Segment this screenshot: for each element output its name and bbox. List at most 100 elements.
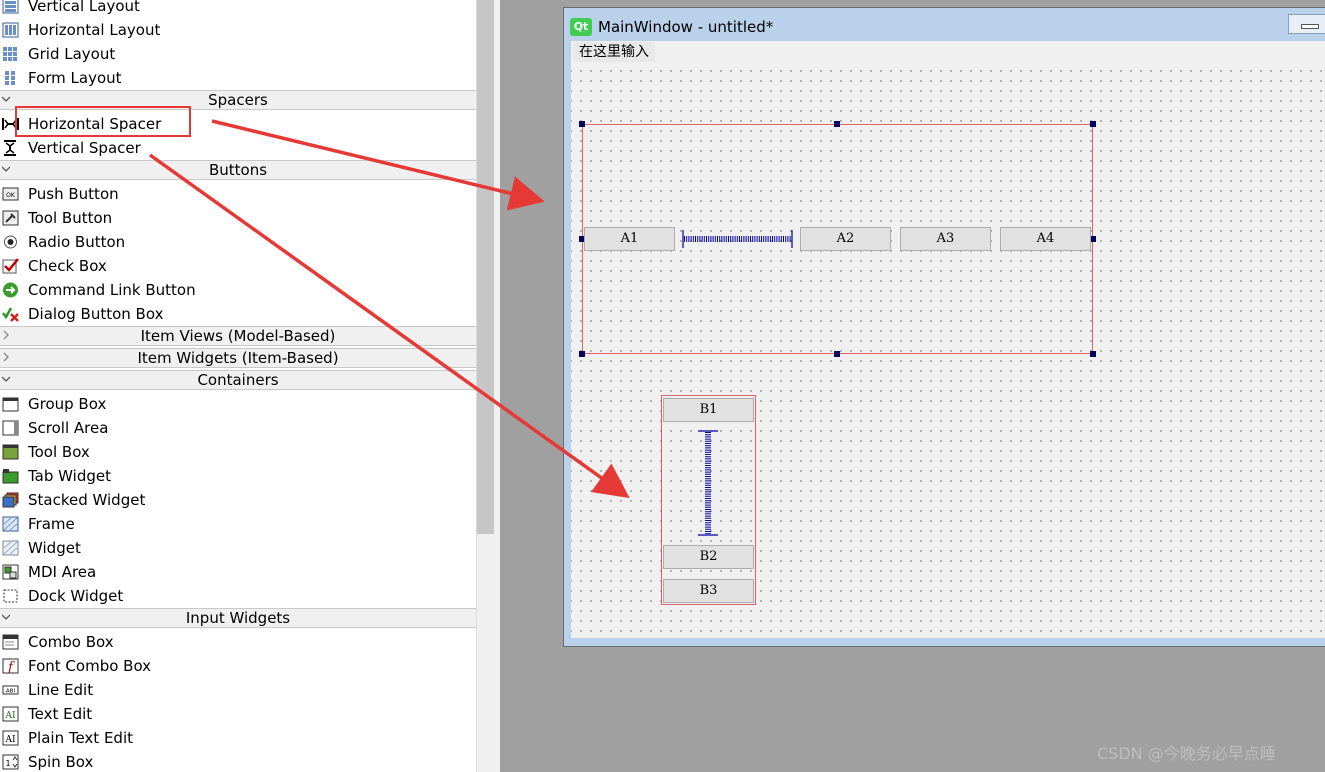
widget-tool-button[interactable]: Tool Button — [0, 206, 476, 230]
form-button-a4[interactable]: A4 — [1000, 227, 1091, 251]
widget-widget[interactable]: Widget — [0, 536, 476, 560]
resize-handle[interactable] — [834, 121, 840, 127]
widget-label: Horizontal Layout — [28, 21, 161, 39]
menu-type-here[interactable]: 在这里输入 — [573, 42, 655, 62]
form-button-a2[interactable]: A2 — [800, 227, 891, 251]
form-button-a3[interactable]: A3 — [900, 227, 991, 251]
widget-vertical-spacer[interactable]: Vertical Spacer — [0, 136, 476, 160]
form-button-a1[interactable]: A1 — [584, 227, 675, 251]
widget-label: Tab Widget — [28, 467, 111, 485]
watermark: CSDN @今晚务必早点睡 — [1097, 744, 1276, 763]
horizontal-spacer-widget[interactable] — [682, 229, 794, 249]
form-button-b2[interactable]: B2 — [663, 545, 754, 569]
category-item-widgets[interactable]: Item Widgets (Item-Based) — [0, 348, 476, 368]
push-button-icon: OK — [2, 187, 19, 201]
tab-widget-icon — [2, 469, 19, 484]
scroll-area-icon — [2, 420, 19, 436]
scrollbar-thumb[interactable] — [477, 0, 494, 534]
widget-horizontal-layout[interactable]: Horizontal Layout — [0, 18, 476, 42]
radio-button-icon — [4, 235, 17, 249]
widget-label: Vertical Spacer — [28, 139, 141, 157]
widget-icon — [2, 540, 19, 556]
widget-label: Frame — [28, 515, 75, 533]
widget-line-edit[interactable]: ABI Line Edit — [0, 678, 476, 702]
svg-text:AI: AI — [4, 711, 15, 721]
widget-label: Font Combo Box — [28, 657, 152, 675]
vertical-spacer-icon — [4, 140, 16, 156]
widget-text-edit[interactable]: AI Text Edit — [0, 702, 476, 726]
font-combo-box-icon: f — [2, 658, 19, 674]
form-button-b3[interactable]: B3 — [663, 579, 754, 603]
widget-form-layout[interactable]: Form Layout — [0, 66, 476, 90]
resize-handle[interactable] — [579, 351, 585, 357]
tool-button-icon — [2, 210, 19, 226]
check-box-icon — [2, 258, 19, 274]
widget-push-button[interactable]: OK Push Button — [0, 182, 476, 206]
annotation-highlight-box — [15, 106, 191, 137]
widget-label: Line Edit — [28, 681, 94, 699]
widget-label: Combo Box — [28, 633, 114, 651]
resize-handle[interactable] — [1090, 121, 1096, 127]
widget-mdi-area[interactable]: MDI Area — [0, 560, 476, 584]
vertical-spacer-widget[interactable] — [697, 429, 719, 537]
widget-scroll-area[interactable]: Scroll Area — [0, 416, 476, 440]
dock-widget-icon — [3, 589, 18, 603]
widget-stacked-widget[interactable]: Stacked Widget — [0, 488, 476, 512]
widget-radio-button[interactable]: Radio Button — [0, 230, 476, 254]
widget-label: Spin Box — [28, 753, 94, 771]
resize-handle[interactable] — [834, 351, 840, 357]
stacked-widget-icon — [2, 492, 19, 508]
window-title: MainWindow - untitled* — [598, 18, 774, 36]
widget-label: Tool Box — [28, 443, 90, 461]
menu-bar — [571, 41, 1325, 63]
widget-label: Grid Layout — [28, 45, 116, 63]
svg-text:ABI: ABI — [6, 689, 16, 695]
widget-group-box[interactable]: Group Box — [0, 392, 476, 416]
widget-font-combo-box[interactable]: f Font Combo Box — [0, 654, 476, 678]
widget-label: Text Edit — [28, 705, 93, 723]
category-containers[interactable]: Containers — [0, 370, 476, 390]
vertical-layout-icon — [2, 0, 19, 14]
svg-text:1: 1 — [5, 759, 10, 768]
widget-command-link-button[interactable]: Command Link Button — [0, 278, 476, 302]
widget-label: Check Box — [28, 257, 107, 275]
widget-dialog-button-box[interactable]: Dialog Button Box — [0, 302, 476, 326]
horizontal-layout-icon — [2, 22, 19, 38]
category-item-views[interactable]: Item Views (Model-Based) — [0, 326, 476, 346]
resize-handle[interactable] — [579, 121, 585, 127]
widget-label: Widget — [28, 539, 81, 557]
widget-combo-box[interactable]: Combo Box — [0, 630, 476, 654]
widget-vertical-layout[interactable]: Vertical Layout — [0, 0, 476, 18]
widget-spin-box[interactable]: 1 Spin Box — [0, 750, 476, 772]
form-button-b1[interactable]: B1 — [663, 398, 754, 422]
plain-text-edit-icon: AI — [2, 730, 19, 746]
category-buttons[interactable]: Buttons — [0, 160, 476, 180]
category-label: Item Widgets (Item-Based) — [137, 349, 339, 367]
text-edit-icon: AI — [2, 706, 19, 722]
minimize-icon — [1301, 24, 1319, 29]
tool-box-icon — [2, 444, 19, 460]
minimize-button[interactable] — [1288, 14, 1325, 34]
widget-check-box[interactable]: Check Box — [0, 254, 476, 278]
spin-box-icon: 1 — [2, 754, 19, 770]
group-box-icon — [2, 397, 19, 412]
command-link-icon — [3, 282, 18, 298]
category-input-widgets[interactable]: Input Widgets — [0, 608, 476, 628]
widget-label: Radio Button — [28, 233, 126, 251]
widget-grid-layout[interactable]: Grid Layout — [0, 42, 476, 66]
widget-label: MDI Area — [28, 563, 97, 581]
form-layout-icon — [5, 71, 15, 85]
resize-handle[interactable] — [1090, 351, 1096, 357]
svg-text:AI: AI — [4, 735, 15, 745]
frame-icon — [2, 516, 19, 532]
category-label: Containers — [197, 371, 279, 389]
widget-plain-text-edit[interactable]: AI Plain Text Edit — [0, 726, 476, 750]
widget-label: Tool Button — [28, 209, 113, 227]
widget-label: Group Box — [28, 395, 107, 413]
widget-dock-widget[interactable]: Dock Widget — [0, 584, 476, 608]
widget-tab-widget[interactable]: Tab Widget — [0, 464, 476, 488]
svg-text:OK: OK — [6, 192, 16, 199]
widget-label: Dialog Button Box — [28, 305, 164, 323]
widget-frame[interactable]: Frame — [0, 512, 476, 536]
widget-tool-box[interactable]: Tool Box — [0, 440, 476, 464]
